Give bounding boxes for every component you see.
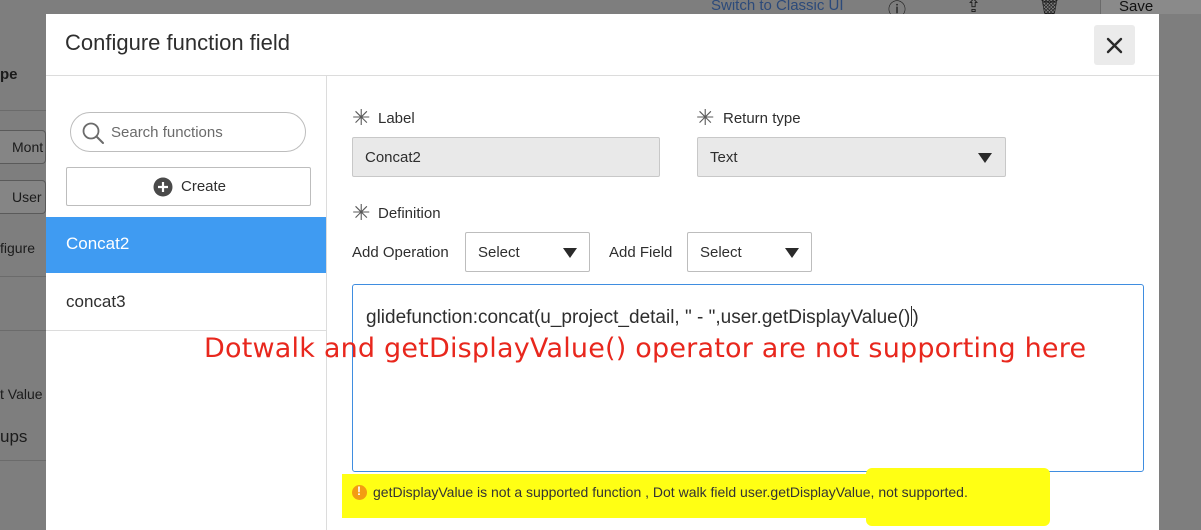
close-button[interactable] [1094,25,1135,65]
bg-groups-text: ups [0,427,28,446]
search-icon [82,122,104,144]
create-button[interactable]: Create [66,167,311,206]
required-asterisk-icon: ✳ [352,105,371,130]
switch-classic-ui-link[interactable]: Switch to Classic UI [711,0,844,14]
text-cursor [911,306,913,326]
configure-function-modal: Configure function field Create Concat2 [46,14,1159,530]
search-box[interactable] [70,112,306,152]
required-asterisk-icon: ✳ [352,200,371,225]
background-right-edge [1159,14,1201,530]
chevron-down-icon [978,153,992,163]
warning-icon [352,484,367,500]
bg-chip-month[interactable]: Mont [0,130,46,164]
add-operation-label: Add Operation [352,244,449,261]
modal-header: Configure function field [46,14,1159,76]
close-icon [1106,37,1123,54]
function-item-label: Concat2 [66,234,130,253]
bg-chip-user[interactable]: User [0,180,46,214]
label-input[interactable]: Concat2 [352,137,660,177]
add-operation-value: Select [478,244,520,261]
chevron-down-icon [785,248,799,258]
label-field-title: Label [378,110,415,127]
add-field-value: Select [700,244,742,261]
bg-divider [0,276,46,277]
chevron-down-icon [563,248,577,258]
create-label: Create [181,178,227,195]
function-item-concat3[interactable]: concat3 [46,275,326,331]
add-field-select[interactable]: Select [687,232,812,272]
bg-configure-text: figure [0,240,36,256]
definition-title: Definition [378,205,441,222]
background-save-button[interactable]: Save [1100,0,1201,15]
error-text: getDisplayValue is not a supported funct… [373,484,968,500]
add-circle-icon [153,177,173,197]
return-type-select[interactable]: Text [697,137,1006,177]
error-message: getDisplayValue is not a supported funct… [352,484,1052,504]
return-type-title: Return type [723,110,801,127]
save-label: Save [1119,0,1154,15]
add-operation-select[interactable]: Select [465,232,590,272]
definition-textarea[interactable]: glidefunction:concat(u_project_detail, "… [352,284,1144,472]
bg-divider [0,460,46,461]
definition-text: glidefunction:concat(u_project_detail, "… [366,306,919,328]
bg-value-text: t Value [0,386,43,402]
function-item-concat2[interactable]: Concat2 [46,217,326,273]
add-field-label: Add Field [609,244,673,261]
required-asterisk-icon: ✳ [696,105,715,130]
function-list-pane: Create Concat2 concat3 [46,76,327,530]
search-input[interactable] [111,114,296,150]
bg-chip-label: User [12,189,42,205]
function-item-label: concat3 [66,292,126,311]
bg-chip-label: Mont [12,139,44,155]
bg-divider [0,110,46,111]
return-type-value: Text [710,149,738,166]
background-sidebar: pe Mont User figure t Value ups [0,14,46,530]
definition-value: glidefunction:concat(u_project_detail, "… [366,307,911,328]
bg-divider [0,330,46,331]
annotation-text: Dotwalk and getDisplayValue() operator a… [204,333,1087,364]
label-input-value: Concat2 [365,149,421,166]
background-toolbar: Switch to Classic UI ⓘ ⇪ 🗑 Save [0,0,1201,20]
modal-title: Configure function field [65,30,291,55]
bg-section-title: pe [0,66,18,83]
